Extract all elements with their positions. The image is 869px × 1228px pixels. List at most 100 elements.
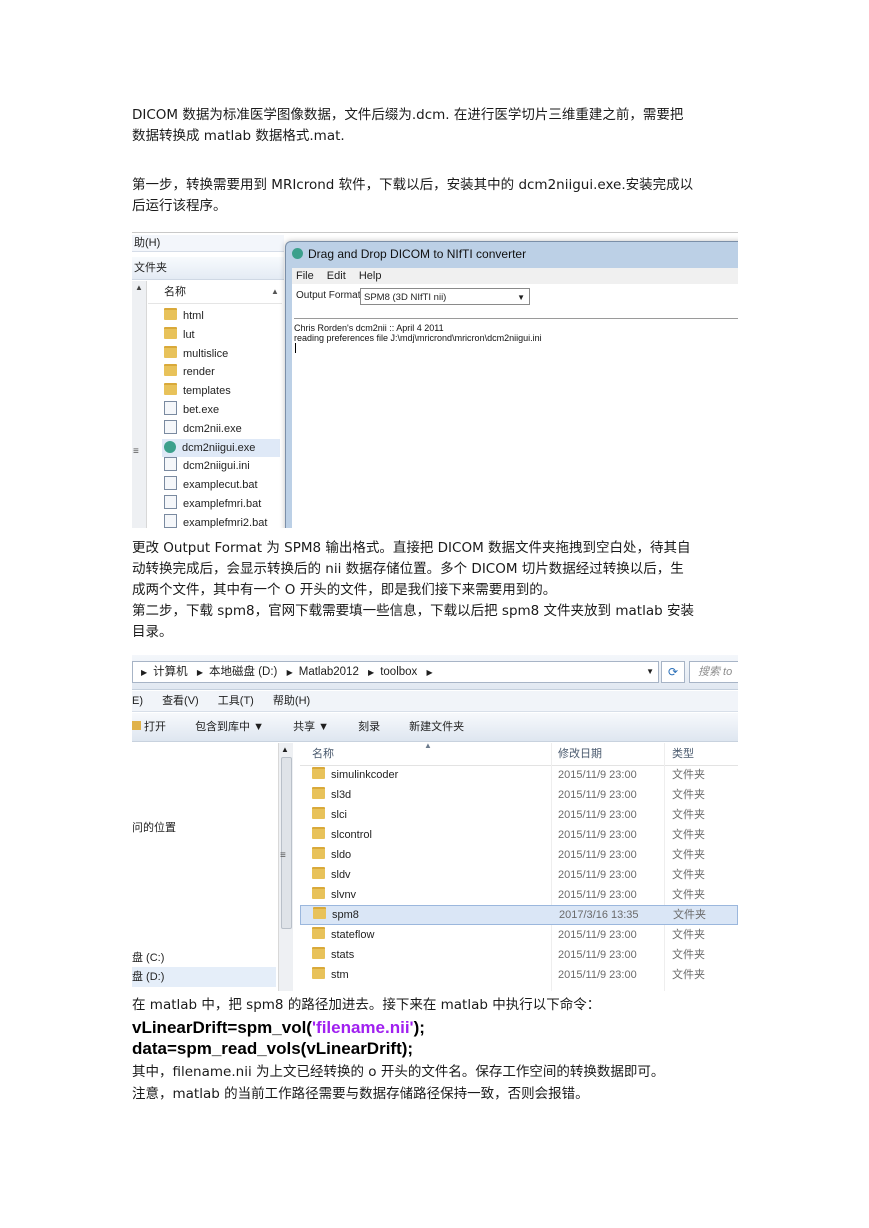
open-button[interactable]: 打开 <box>132 721 166 733</box>
menu-help[interactable]: Help <box>359 270 382 282</box>
file-list-item[interactable]: multislice <box>164 345 282 363</box>
column-header-name[interactable]: 名称 <box>312 743 334 765</box>
table-row[interactable]: slcontrol 2015/11/9 23:00 文件夹 <box>300 825 738 845</box>
menu-help[interactable]: 帮助(H) <box>273 695 310 707</box>
explorer-scrollbar[interactable]: ▲ ≡ <box>132 281 147 528</box>
table-row[interactable]: spm8 2017/3/16 13:35 文件夹 <box>300 905 738 925</box>
row-date: 2015/11/9 23:00 <box>558 809 637 821</box>
output-format-value: SPM8 (3D NIfTI nii) <box>364 292 447 303</box>
nav-item-drive-c[interactable]: 盘 (C:) <box>132 949 164 965</box>
table-row[interactable]: stats 2015/11/9 23:00 文件夹 <box>300 945 738 965</box>
file-list-item[interactable]: examplecut.bat <box>164 476 282 494</box>
table-row[interactable]: sl3d 2015/11/9 23:00 文件夹 <box>300 785 738 805</box>
folder-icon <box>164 326 177 339</box>
explorer-menu-fragment[interactable]: 助(H) <box>132 235 284 252</box>
table-row[interactable]: sldv 2015/11/9 23:00 文件夹 <box>300 865 738 885</box>
row-name: slci <box>331 809 347 821</box>
breadcrumb-toolbox[interactable]: toolbox <box>380 666 417 678</box>
share-button[interactable]: 共享 ▼ <box>293 721 329 733</box>
explorer-folder-bar[interactable]: 文件夹 <box>132 257 284 280</box>
column-header-type[interactable]: 类型 <box>672 743 694 765</box>
table-row[interactable]: sldo 2015/11/9 23:00 文件夹 <box>300 845 738 865</box>
table-row[interactable]: slci 2015/11/9 23:00 文件夹 <box>300 805 738 825</box>
file-list-item[interactable]: lut <box>164 326 282 344</box>
breadcrumb-computer[interactable]: 计算机 <box>153 666 188 678</box>
scroll-grip-icon[interactable]: ≡ <box>133 446 139 457</box>
log-drop-area[interactable]: Chris Rorden's dcm2nii :: April 4 2011 r… <box>294 318 738 528</box>
folder-icon <box>164 364 177 377</box>
scroll-up-icon[interactable]: ▲ <box>134 283 144 295</box>
row-name-cell: sldv <box>312 865 351 885</box>
file-list-item[interactable]: render <box>164 363 282 381</box>
file-icon <box>164 495 177 509</box>
include-in-library-button[interactable]: 包含到库中 ▼ <box>195 721 264 733</box>
scrollbar-thumb[interactable] <box>281 757 292 929</box>
file-list-item[interactable]: examplefmri.bat <box>164 495 282 513</box>
row-date: 2015/11/9 23:00 <box>558 889 637 901</box>
step2-line-1: 第二步，下载 spm8，官网下载需要填一些信息，下载以后把 spm8 文件夹放到… <box>132 603 694 619</box>
breadcrumb-drive-d[interactable]: 本地磁盘 (D:) <box>209 666 277 678</box>
table-row[interactable]: simulinkcoder 2015/11/9 23:00 文件夹 <box>300 765 738 785</box>
file-name: dcm2niigui.exe <box>182 441 256 454</box>
menu-file[interactable]: File <box>296 270 314 282</box>
row-name-cell: sldo <box>312 845 351 865</box>
file-list-item[interactable]: dcm2niigui.exe <box>162 438 280 457</box>
converter-window: Drag and Drop DICOM to NIfTI converter F… <box>285 241 738 528</box>
folder-icon <box>164 308 177 320</box>
folder-icon <box>312 847 325 859</box>
file-list-item[interactable]: examplefmri2.bat <box>164 513 282 528</box>
window-client: File Edit Help Output Format SPM8 (3D NI… <box>292 268 738 528</box>
menu-view[interactable]: 查看(V) <box>162 695 199 707</box>
menu-bar: File Edit Help <box>292 268 738 284</box>
navigation-scrollbar[interactable]: ▲ ≡ <box>278 743 293 991</box>
intro-line-1: DICOM 数据为标准医学图像数据，文件后缀为.dcm. 在进行医学切片三维重建… <box>132 107 684 123</box>
folder-icon <box>164 345 177 358</box>
folder-icon <box>312 927 325 939</box>
window-titlebar[interactable]: Drag and Drop DICOM to NIfTI converter <box>286 242 738 266</box>
column-header-name[interactable]: 名称 ▲ <box>148 281 282 304</box>
row-name-cell: slvnv <box>312 885 356 905</box>
column-header-date[interactable]: 修改日期 <box>558 743 602 765</box>
address-breadcrumb[interactable]: ▶ 计算机 ▶ 本地磁盘 (D:) ▶ Matlab2012 ▶ toolbox ▶ ▼ <box>132 661 659 683</box>
scroll-up-icon[interactable]: ▲ <box>268 281 282 303</box>
menu-edit[interactable]: E) <box>132 695 143 707</box>
new-folder-button[interactable]: 新建文件夹 <box>409 721 464 733</box>
file-list: ▲ 名称 修改日期 类型 simulinkcoder 2015/11/9 23:0… <box>300 741 738 991</box>
nav-item-drive-d[interactable]: 盘 (D:) <box>132 967 276 987</box>
output-format-select[interactable]: SPM8 (3D NIfTI nii) ▼ <box>360 288 530 305</box>
intro-line-2: 数据转换成 matlab 数据格式.mat. <box>132 128 345 144</box>
refresh-icon[interactable]: ⟳ <box>661 661 685 683</box>
file-list-item[interactable]: html <box>164 307 282 325</box>
row-date: 2017/3/16 13:35 <box>559 909 639 921</box>
file-list-item[interactable]: bet.exe <box>164 401 282 419</box>
row-type: 文件夹 <box>672 829 705 841</box>
table-row[interactable]: slvnv 2015/11/9 23:00 文件夹 <box>300 885 738 905</box>
file-name: examplefmri.bat <box>183 498 262 510</box>
folder-icon <box>312 767 325 779</box>
working-path-note-paragraph: 注意，matlab 的当前工作路径需要与数据存储路径保持一致，否则会报错。 <box>132 1086 589 1102</box>
table-row[interactable]: stm 2015/11/9 23:00 文件夹 <box>300 965 738 985</box>
file-list-item[interactable]: dcm2nii.exe <box>164 419 282 438</box>
scroll-grip-icon[interactable]: ≡ <box>280 850 286 861</box>
row-type: 文件夹 <box>672 969 705 981</box>
chevron-down-icon[interactable]: ▼ <box>646 662 654 682</box>
row-date: 2015/11/9 23:00 <box>558 869 637 881</box>
scroll-up-icon[interactable]: ▲ <box>281 745 289 754</box>
folder-icon <box>312 867 325 879</box>
menu-edit[interactable]: Edit <box>327 270 346 282</box>
burn-button[interactable]: 刻录 <box>358 721 380 733</box>
breadcrumb-matlab[interactable]: Matlab2012 <box>299 666 359 678</box>
file-list-item[interactable]: templates <box>164 382 282 400</box>
table-row[interactable]: stateflow 2015/11/9 23:00 文件夹 <box>300 925 738 945</box>
breadcrumb-arrow-icon: ▶ <box>286 668 293 677</box>
command-bar: 打开 包含到库中 ▼ 共享 ▼ 刻录 新建文件夹 <box>132 713 738 742</box>
row-name: sl3d <box>331 789 352 801</box>
nav-item-recent-places[interactable]: 问的位置 <box>132 819 176 835</box>
row-name-cell: simulinkcoder <box>312 765 398 785</box>
search-input[interactable]: 搜索 to <box>689 661 738 683</box>
file-list-item[interactable]: dcm2niigui.ini <box>164 457 282 475</box>
folder-icon <box>312 887 325 899</box>
menu-tools[interactable]: 工具(T) <box>218 695 254 707</box>
code-line-2: data=spm_read_vols(vLinearDrift); <box>132 1039 414 1058</box>
row-type: 文件夹 <box>672 809 705 821</box>
